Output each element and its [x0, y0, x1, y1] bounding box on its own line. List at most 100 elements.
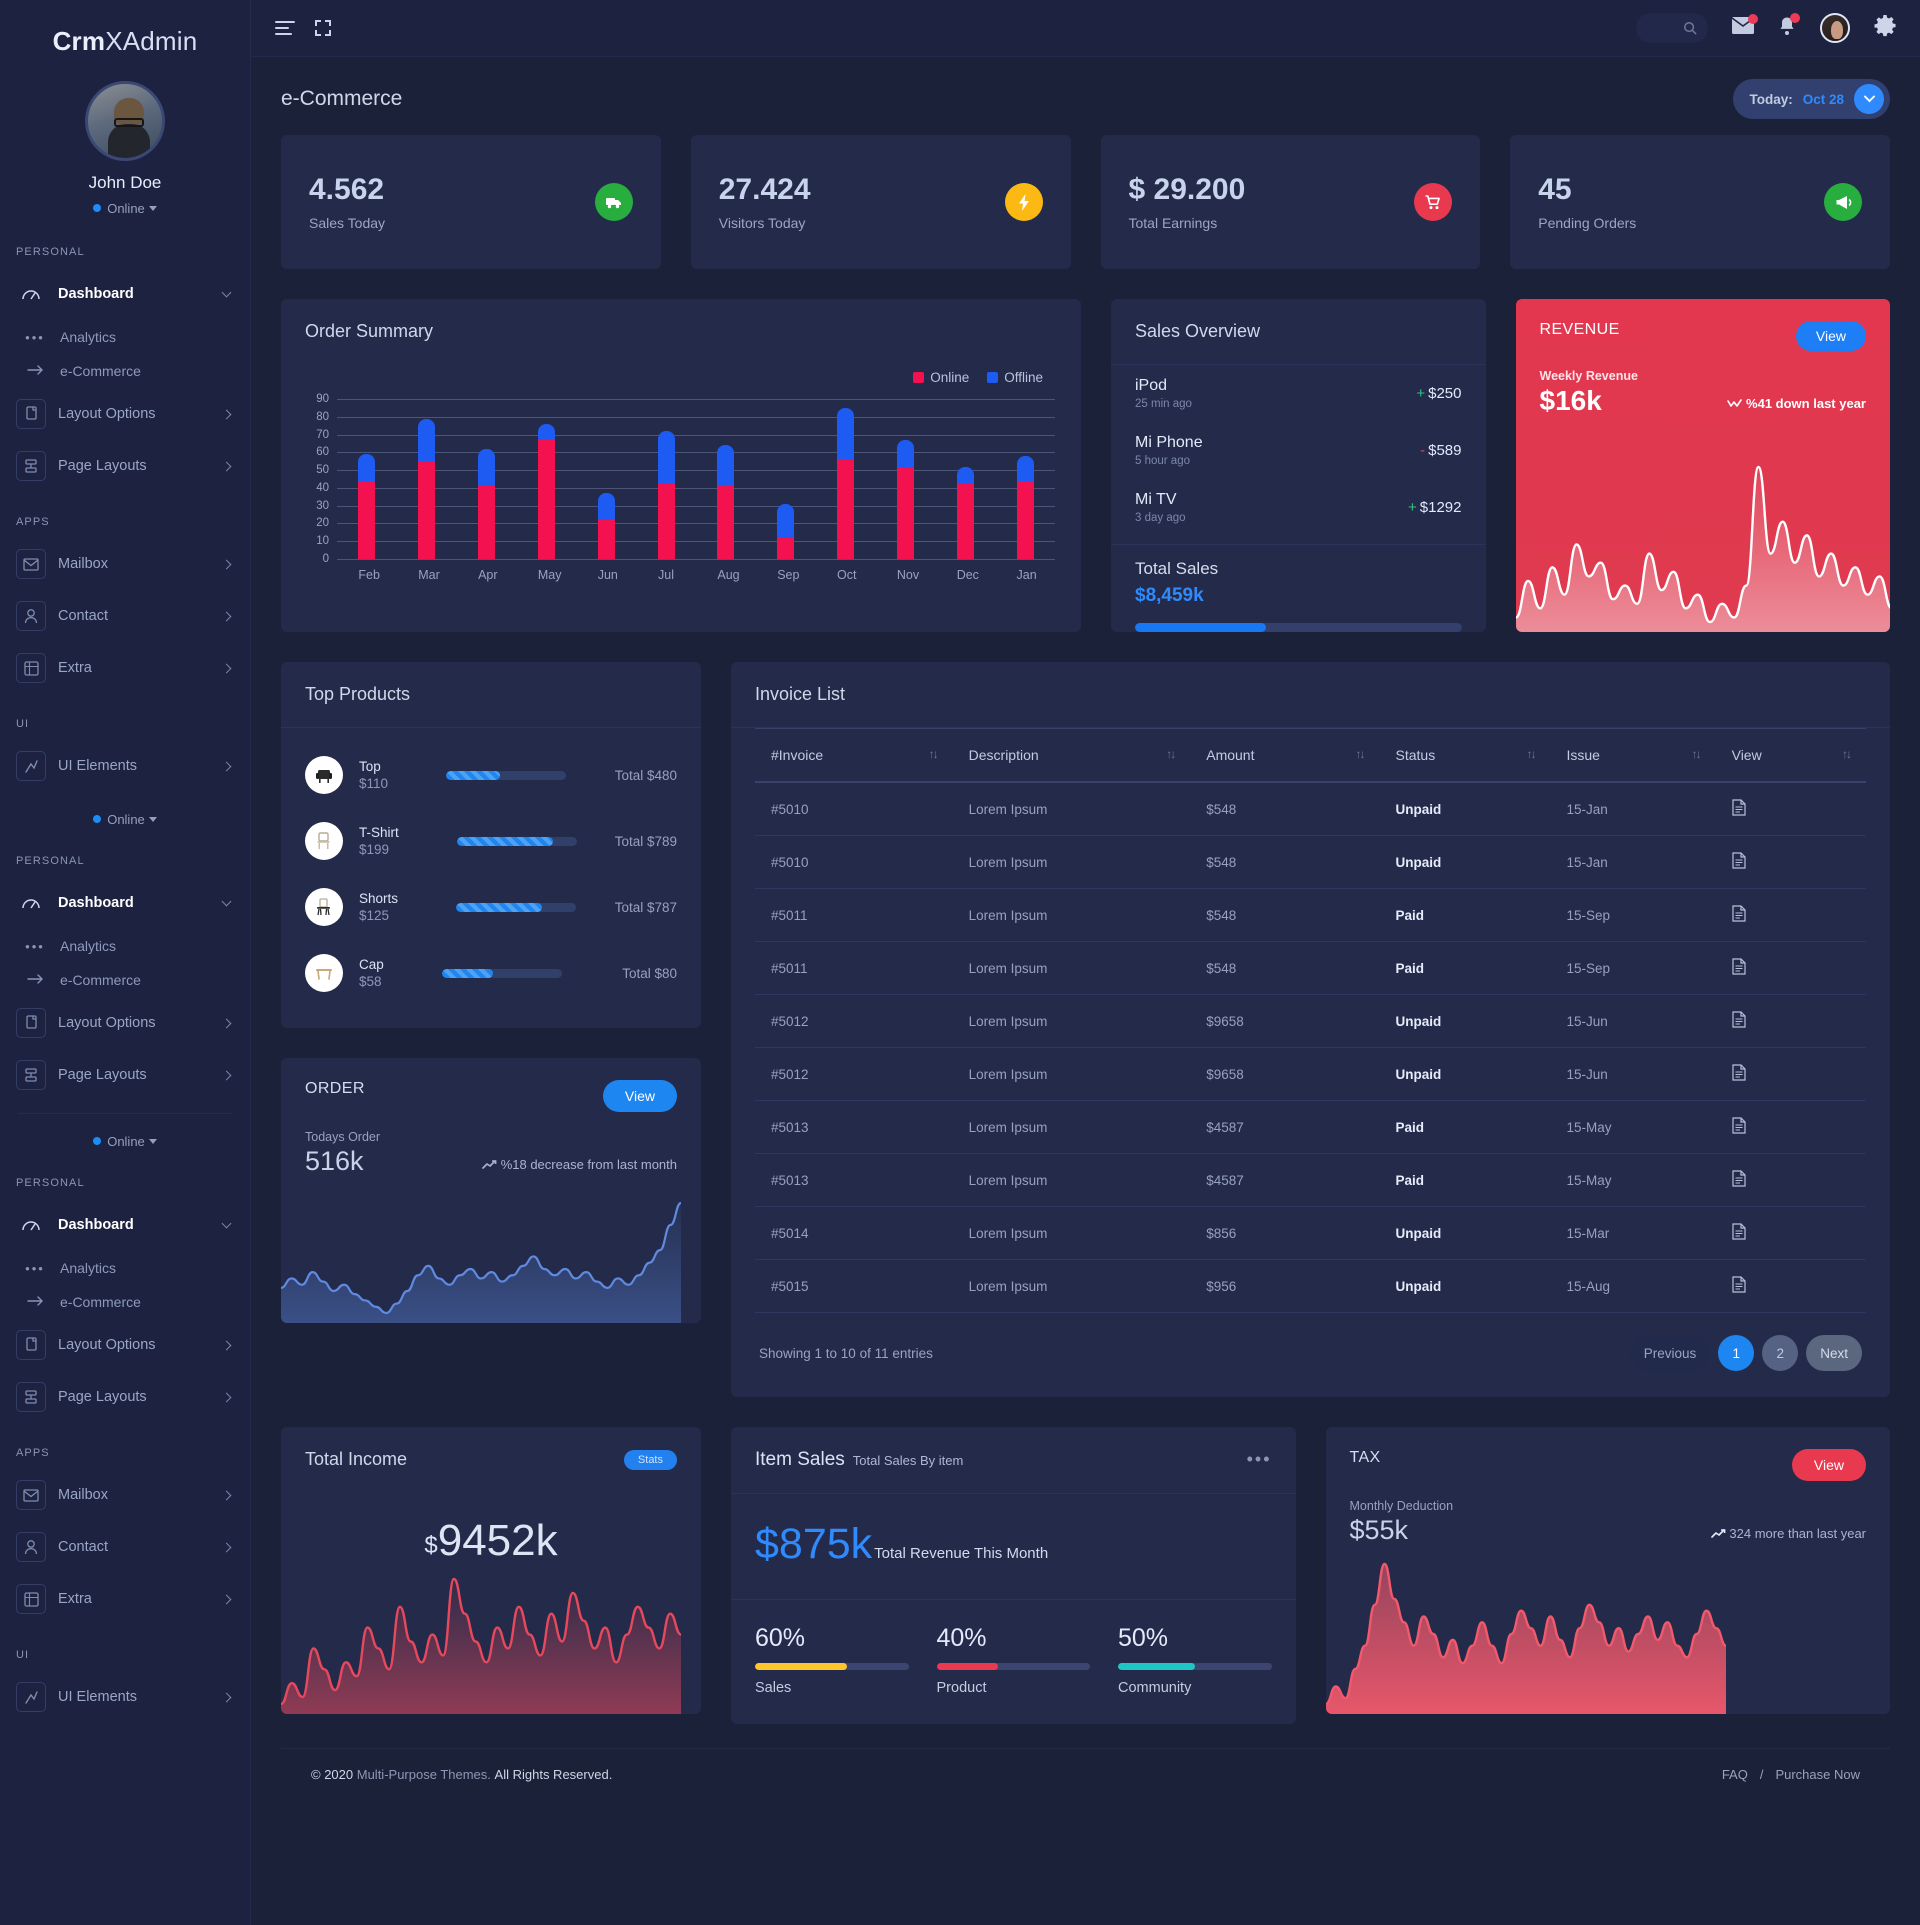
column-header-view[interactable]: View ↑↓: [1715, 728, 1866, 783]
sidebar-item-page-layouts[interactable]: Page Layouts: [0, 1371, 250, 1423]
menu-icon[interactable]: [275, 17, 295, 39]
column-header-invoice[interactable]: #Invoice ↑↓: [755, 728, 953, 783]
more-options-icon[interactable]: •••: [1247, 1449, 1272, 1470]
cell-description: Lorem Ipsum: [952, 1100, 1191, 1154]
sales-overview-list: iPod 25 min ago + $250 Mi Phone 5 hour ago - $5…: [1111, 365, 1486, 536]
revenue-view-button[interactable]: View: [1795, 321, 1866, 351]
chevron-down-icon: [221, 896, 232, 906]
products-invoice-row: Top Products Top $110 Total $480 T-Shirt $19…: [281, 662, 1890, 1397]
sidebar-item-layout-options[interactable]: Layout Options: [0, 997, 250, 1049]
sidebar-item-page-layouts[interactable]: Page Layouts: [0, 440, 250, 492]
sidebar-item-analytics[interactable]: ••• Analytics: [0, 1251, 250, 1285]
sidebar-item-extra[interactable]: Extra: [0, 642, 250, 694]
sidebar-item-mailbox[interactable]: Mailbox: [0, 1469, 250, 1521]
sidebar-item-analytics[interactable]: ••• Analytics: [0, 320, 250, 354]
date-selector[interactable]: Today: Oct 28: [1733, 79, 1890, 119]
pagination-page-1[interactable]: 1: [1718, 1335, 1755, 1371]
view-invoice-button[interactable]: [1715, 994, 1866, 1048]
footer-link-faq[interactable]: FAQ: [1722, 1767, 1748, 1782]
stat-label: Total Earnings: [1128, 215, 1218, 231]
sidebar-item-extra[interactable]: Extra: [0, 1573, 250, 1625]
product-price: $110: [359, 776, 389, 791]
brand-logo[interactable]: CrmXAdmin: [0, 0, 250, 65]
table-row[interactable]: #5012 Lorem Ipsum $9658 Unpaid 15-Jun: [755, 994, 1866, 1048]
bar-dec: [956, 466, 974, 559]
avatar[interactable]: [85, 81, 165, 161]
table-row[interactable]: #5010 Lorem Ipsum $548 Unpaid 15-Jan: [755, 835, 1866, 889]
x-tick-label: Jan: [1016, 568, 1037, 582]
view-invoice-button[interactable]: [1715, 835, 1866, 889]
item-stat-progress: [936, 1663, 1090, 1670]
sidebar-item-mailbox[interactable]: Mailbox: [0, 538, 250, 590]
view-invoice-button[interactable]: [1715, 782, 1866, 836]
nav-section-label: APPS: [16, 1447, 50, 1459]
table-row[interactable]: #5013 Lorem Ipsum $4587 Paid 15-May: [755, 1100, 1866, 1154]
sidebar-item-dashboard[interactable]: Dashboard: [0, 877, 250, 929]
top-products-card: Top Products Top $110 Total $480 T-Shirt $19…: [281, 662, 701, 1028]
invoice-table: #Invoice ↑↓ Description ↑↓ Amount ↑↓ Status ↑↓ I…: [755, 728, 1866, 1313]
table-row[interactable]: #5013 Lorem Ipsum $4587 Paid 15-May: [755, 1153, 1866, 1207]
sidebar-item-contact[interactable]: Contact: [0, 590, 250, 642]
column-header-issue[interactable]: Issue ↑↓: [1550, 728, 1716, 783]
sidebar-item-e-commerce[interactable]: e-Commerce: [0, 1285, 250, 1319]
sidebar-item-dashboard[interactable]: Dashboard: [0, 1199, 250, 1251]
cell-issue: 15-May: [1550, 1100, 1716, 1154]
total-income-stats-button[interactable]: Stats: [623, 1449, 677, 1470]
view-invoice-button[interactable]: [1715, 1100, 1866, 1154]
sidebar-item-analytics[interactable]: ••• Analytics: [0, 929, 250, 963]
sidebar-item-page-layouts[interactable]: Page Layouts: [0, 1049, 250, 1101]
sidebar-item-contact[interactable]: Contact: [0, 1521, 250, 1573]
table-row[interactable]: #5014 Lorem Ipsum $856 Unpaid 15-Mar: [755, 1206, 1866, 1260]
table-row[interactable]: #5012 Lorem Ipsum $9658 Unpaid 15-Jun: [755, 1047, 1866, 1101]
search-input[interactable]: [1636, 13, 1708, 43]
tax-view-button[interactable]: View: [1791, 1449, 1866, 1481]
pagination-page-2[interactable]: 2: [1762, 1335, 1799, 1371]
sidebar-item-e-commerce[interactable]: e-Commerce: [0, 354, 250, 388]
sidebar-item-label: Dashboard: [58, 1217, 134, 1233]
sidebar-item-layout-options[interactable]: Layout Options: [0, 1319, 250, 1371]
topbar-actions: [1636, 12, 1896, 43]
table-row[interactable]: #5011 Lorem Ipsum $548 Paid 15-Sep: [755, 888, 1866, 942]
column-header-amount[interactable]: Amount ↑↓: [1190, 728, 1380, 783]
table-row[interactable]: #5011 Lorem Ipsum $548 Paid 15-Sep: [755, 941, 1866, 995]
user-avatar[interactable]: [1820, 13, 1850, 43]
main-area: e-Commerce Today: Oct 28 4.562 Sales Toda…: [251, 0, 1920, 1925]
gear-icon[interactable]: [1874, 14, 1896, 42]
doc-icon: [1732, 1276, 1746, 1293]
sidebar-item-ui-elements[interactable]: UI Elements: [0, 1671, 250, 1723]
profile-status[interactable]: Online: [0, 201, 250, 216]
profile-status[interactable]: Online: [0, 792, 250, 831]
sidebar-item-dashboard[interactable]: Dashboard: [0, 268, 250, 320]
mail-icon[interactable]: [1731, 14, 1758, 39]
sidebar-item-ui-elements[interactable]: UI Elements: [0, 740, 250, 792]
footer-copyright: © 2020: [311, 1767, 354, 1782]
sales-item-name: Mi Phone: [1135, 434, 1203, 451]
pagination-next[interactable]: Next: [1806, 1335, 1862, 1371]
view-invoice-button[interactable]: [1715, 941, 1866, 995]
sidebar-item-e-commerce[interactable]: e-Commerce: [0, 963, 250, 997]
table-row[interactable]: #5010 Lorem Ipsum $548 Unpaid 15-Jan: [755, 782, 1866, 836]
order-view-button[interactable]: View: [602, 1080, 677, 1112]
chevron-right-icon: [221, 1490, 232, 1500]
column-header-status[interactable]: Status ↑↓: [1379, 728, 1551, 783]
total-income-header: Total Income Stats: [281, 1427, 701, 1470]
chair-icon: [305, 822, 343, 860]
table-row[interactable]: #5015 Lorem Ipsum $956 Unpaid 15-Aug: [755, 1259, 1866, 1313]
chevron-right-icon: [221, 663, 232, 673]
profile-status[interactable]: Online: [0, 1114, 250, 1153]
view-invoice-button[interactable]: [1715, 888, 1866, 942]
column-header-description[interactable]: Description ↑↓: [952, 728, 1191, 783]
bell-icon[interactable]: [1778, 12, 1800, 41]
ui-icon: [16, 1682, 46, 1712]
view-invoice-button[interactable]: [1715, 1047, 1866, 1101]
pagination-previous[interactable]: Previous: [1629, 1335, 1711, 1371]
footer-link-purchase[interactable]: Purchase Now: [1775, 1767, 1860, 1782]
product-row-0: Top $110 Total $480: [281, 742, 701, 808]
item-sales-card: Item Sales Total Sales By item ••• $875k…: [731, 1427, 1296, 1724]
expand-icon[interactable]: [315, 20, 331, 36]
sidebar-item-layout-options[interactable]: Layout Options: [0, 388, 250, 440]
view-invoice-button[interactable]: [1715, 1259, 1866, 1313]
sidebar-item-label: UI Elements: [58, 758, 137, 774]
view-invoice-button[interactable]: [1715, 1153, 1866, 1207]
view-invoice-button[interactable]: [1715, 1206, 1866, 1260]
